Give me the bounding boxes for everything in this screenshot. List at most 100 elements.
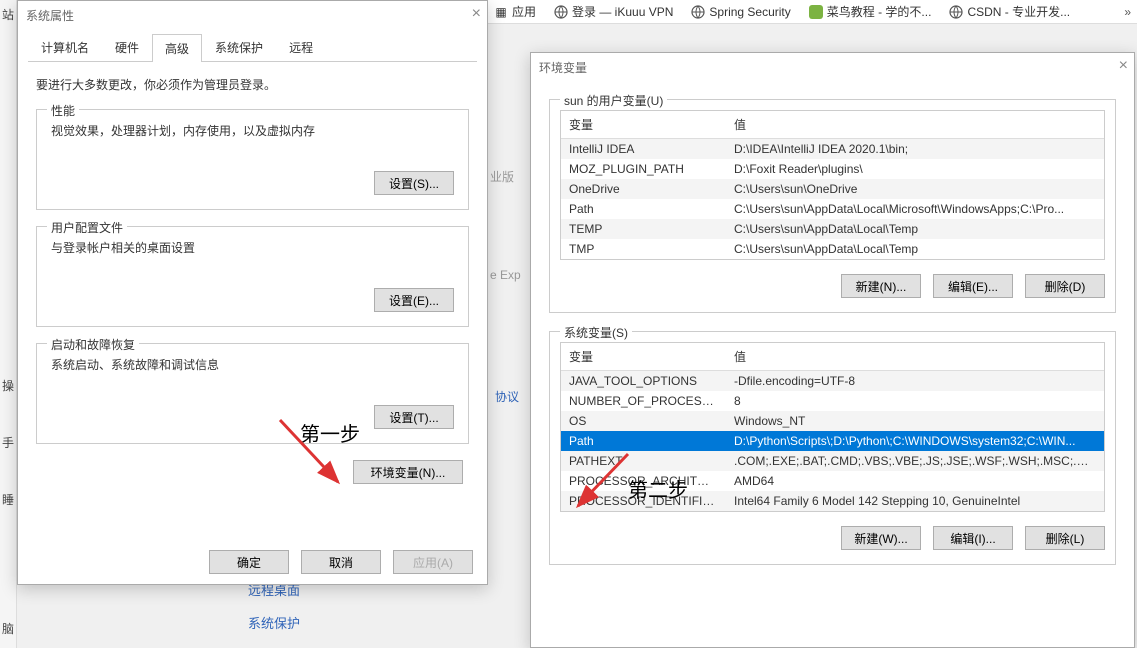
delete-sys-var-button[interactable]: 删除(L)	[1025, 526, 1105, 550]
cell-value: .COM;.EXE;.BAT;.CMD;.VBS;.VBE;.JS;.JSE;.…	[726, 451, 1104, 471]
performance-settings-button[interactable]: 设置(S)...	[374, 171, 454, 195]
group-legend: 性能	[47, 102, 79, 119]
group-legend: 用户配置文件	[47, 219, 127, 236]
user-profiles-group: 用户配置文件 与登录帐户相关的桌面设置 设置(E)...	[36, 226, 469, 327]
cell-value: D:\Python\Scripts\;D:\Python\;C:\WINDOWS…	[726, 431, 1104, 451]
cell-name: JAVA_TOOL_OPTIONS	[561, 371, 726, 391]
delete-user-var-button[interactable]: 删除(D)	[1025, 274, 1105, 298]
table-row[interactable]: OneDriveC:\Users\sun\OneDrive	[561, 179, 1104, 199]
group-legend: 启动和故障恢复	[47, 336, 139, 353]
cell-name: MOZ_PLUGIN_PATH	[561, 159, 726, 179]
close-icon[interactable]: ×	[472, 5, 481, 23]
group-desc: 与登录帐户相关的桌面设置	[51, 239, 454, 256]
cell-name: Path	[561, 431, 726, 451]
tab-computer-name[interactable]: 计算机名	[28, 33, 102, 61]
edit-sys-var-button[interactable]: 编辑(I)...	[933, 526, 1013, 550]
table-row[interactable]: NUMBER_OF_PROCESSORS8	[561, 391, 1104, 411]
cancel-button[interactable]: 取消	[301, 550, 381, 574]
tab-remote[interactable]: 远程	[276, 33, 326, 61]
apps-label: 应用	[512, 3, 536, 20]
profile-settings-button[interactable]: 设置(E)...	[374, 288, 454, 312]
dialog-title-text: 环境变量	[539, 59, 587, 76]
col-header-name[interactable]: 变量	[561, 111, 726, 138]
table-header: 变量 值	[561, 111, 1104, 139]
cell-name: NUMBER_OF_PROCESSORS	[561, 391, 726, 411]
startup-settings-button[interactable]: 设置(T)...	[374, 405, 454, 429]
dialog-footer: 确定 取消 应用(A)	[209, 550, 473, 574]
table-row[interactable]: MOZ_PLUGIN_PATHD:\Foxit Reader\plugins\	[561, 159, 1104, 179]
cell-value: -Dfile.encoding=UTF-8	[726, 371, 1104, 391]
col-header-value[interactable]: 值	[726, 343, 1104, 370]
cell-value: AMD64	[726, 471, 1104, 491]
site-icon	[809, 5, 823, 19]
cell-value: 8	[726, 391, 1104, 411]
overflow-chevron-icon[interactable]: »	[1124, 5, 1131, 19]
tab-hardware[interactable]: 硬件	[102, 33, 152, 61]
cell-name: OS	[561, 411, 726, 431]
table-row[interactable]: IntelliJ IDEAD:\IDEA\IntelliJ IDEA 2020.…	[561, 139, 1104, 159]
cell-value: C:\Users\sun\AppData\Local\Temp	[726, 239, 1104, 259]
bookmark-runoob[interactable]: 菜鸟教程 - 学的不...	[809, 3, 932, 20]
apply-button[interactable]: 应用(A)	[393, 550, 473, 574]
left-panel-fragment: 站 操 手 睡 脑	[0, 0, 17, 648]
bookmark-label: 菜鸟教程 - 学的不...	[827, 3, 932, 20]
table-row[interactable]: TMPC:\Users\sun\AppData\Local\Temp	[561, 239, 1104, 259]
user-variables-group: sun 的用户变量(U) 变量 值 IntelliJ IDEAD:\IDEA\I…	[549, 99, 1116, 313]
system-properties-dialog: 系统属性 × 计算机名 硬件 高级 系统保护 远程 要进行大多数更改，你必须作为…	[17, 0, 488, 585]
col-header-value[interactable]: 值	[726, 111, 1104, 138]
cell-name: TMP	[561, 239, 726, 259]
environment-variables-button[interactable]: 环境变量(N)...	[353, 460, 463, 484]
new-user-var-button[interactable]: 新建(N)...	[841, 274, 921, 298]
frag-char: 脑	[0, 618, 16, 639]
user-rows-container: IntelliJ IDEAD:\IDEA\IntelliJ IDEA 2020.…	[561, 139, 1104, 259]
cell-value: C:\Users\sun\OneDrive	[726, 179, 1104, 199]
cell-name: IntelliJ IDEA	[561, 139, 726, 159]
cell-value: D:\Foxit Reader\plugins\	[726, 159, 1104, 179]
bg-links: 远程桌面 系统保护	[248, 580, 300, 632]
performance-group: 性能 视觉效果，处理器计划，内存使用，以及虚拟内存 设置(S)...	[36, 109, 469, 210]
cell-name: Path	[561, 199, 726, 219]
bg-fragment: 业版	[490, 168, 514, 185]
dialog-titlebar: 环境变量 ×	[531, 53, 1134, 81]
link-system-protection[interactable]: 系统保护	[248, 613, 300, 632]
bookmark-csdn[interactable]: CSDN - 专业开发...	[949, 3, 1070, 20]
bookmarks-bar: ▦ 应用 登录 — iKuuu VPN Spring Security 菜鸟教程…	[488, 0, 1137, 24]
bookmark-ikuuu[interactable]: 登录 — iKuuu VPN	[554, 3, 673, 20]
table-row[interactable]: OSWindows_NT	[561, 411, 1104, 431]
cell-value: D:\IDEA\IntelliJ IDEA 2020.1\bin;	[726, 139, 1104, 159]
tab-system-protection[interactable]: 系统保护	[202, 33, 276, 61]
cell-value: Intel64 Family 6 Model 142 Stepping 10, …	[726, 491, 1104, 511]
apps-icon: ▦	[494, 5, 508, 19]
table-row[interactable]: PATHEXT.COM;.EXE;.BAT;.CMD;.VBS;.VBE;.JS…	[561, 451, 1104, 471]
globe-icon	[949, 5, 963, 19]
cell-value: C:\Users\sun\AppData\Local\Microsoft\Win…	[726, 199, 1104, 219]
table-row[interactable]: JAVA_TOOL_OPTIONS-Dfile.encoding=UTF-8	[561, 371, 1104, 391]
col-header-name[interactable]: 变量	[561, 343, 726, 370]
system-variables-group: 系统变量(S) 变量 值 JAVA_TOOL_OPTIONS-Dfile.enc…	[549, 331, 1116, 565]
admin-notice: 要进行大多数更改，你必须作为管理员登录。	[36, 76, 469, 93]
tab-body: 要进行大多数更改，你必须作为管理员登录。 性能 视觉效果，处理器计划，内存使用，…	[18, 62, 487, 498]
table-row[interactable]: PathC:\Users\sun\AppData\Local\Microsoft…	[561, 199, 1104, 219]
group-legend: 系统变量(S)	[560, 324, 632, 341]
close-icon[interactable]: ×	[1119, 57, 1128, 75]
bg-fragment-link[interactable]: 协议	[495, 388, 519, 405]
apps-shortcut[interactable]: ▦ 应用	[494, 3, 536, 20]
cell-name: OneDrive	[561, 179, 726, 199]
table-row[interactable]: TEMPC:\Users\sun\AppData\Local\Temp	[561, 219, 1104, 239]
new-sys-var-button[interactable]: 新建(W)...	[841, 526, 921, 550]
edit-user-var-button[interactable]: 编辑(E)...	[933, 274, 1013, 298]
frag-char: 手	[0, 432, 16, 453]
table-row[interactable]: PathD:\Python\Scripts\;D:\Python\;C:\WIN…	[561, 431, 1104, 451]
group-desc: 系统启动、系统故障和调试信息	[51, 356, 454, 373]
ok-button[interactable]: 确定	[209, 550, 289, 574]
annotation-step1: 第一步	[300, 418, 360, 447]
frag-char: 站	[0, 4, 16, 25]
environment-variables-dialog: 环境变量 × sun 的用户变量(U) 变量 值 IntelliJ IDEAD:…	[530, 52, 1135, 648]
bg-fragment: e Exp	[490, 268, 521, 282]
group-legend: sun 的用户变量(U)	[560, 92, 667, 109]
bookmark-spring[interactable]: Spring Security	[691, 5, 790, 19]
frag-char: 操	[0, 375, 16, 396]
globe-icon	[554, 5, 568, 19]
cell-value: Windows_NT	[726, 411, 1104, 431]
tab-advanced[interactable]: 高级	[152, 34, 202, 62]
